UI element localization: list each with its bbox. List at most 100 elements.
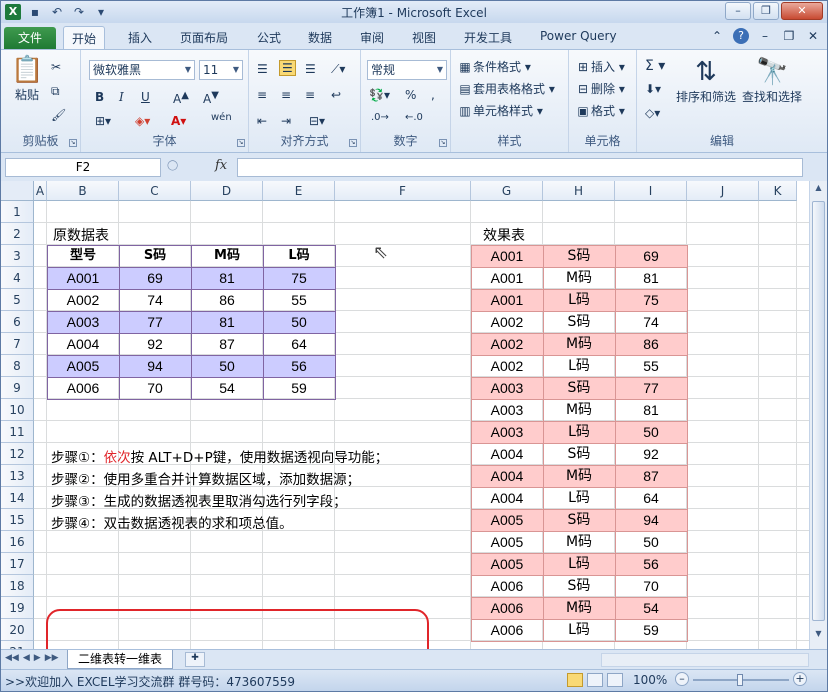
- column-header[interactable]: G: [471, 181, 543, 201]
- copy-icon[interactable]: ⧉: [51, 84, 60, 99]
- restore-icon[interactable]: ❐: [753, 2, 779, 20]
- source-data-cell[interactable]: 94: [119, 355, 191, 377]
- comma-button[interactable]: ,: [431, 88, 435, 102]
- tab-insert[interactable]: 插入: [128, 29, 152, 46]
- source-data-cell[interactable]: 56: [263, 355, 335, 377]
- row-header[interactable]: 14: [1, 487, 34, 509]
- prev-sheet-icon[interactable]: ◀: [23, 653, 30, 663]
- page-layout-view-icon[interactable]: [587, 673, 603, 687]
- source-data-cell[interactable]: A005: [47, 355, 119, 377]
- tab-formulas[interactable]: 公式: [257, 29, 281, 46]
- bold-button[interactable]: B: [95, 90, 104, 104]
- row-header[interactable]: 17: [1, 553, 34, 575]
- column-header[interactable]: I: [615, 181, 687, 201]
- tab-power-query[interactable]: Power Query: [540, 29, 617, 43]
- source-data-cell[interactable]: 75: [263, 267, 335, 289]
- source-data-cell[interactable]: 70: [119, 377, 191, 399]
- row-header[interactable]: 5: [1, 289, 34, 311]
- minimize-icon[interactable]: –: [725, 2, 751, 20]
- zoom-out-icon[interactable]: –: [675, 672, 689, 686]
- row-header[interactable]: 1: [1, 201, 34, 223]
- tab-home[interactable]: 开始: [63, 26, 106, 49]
- column-header[interactable]: D: [191, 181, 263, 201]
- border-icon[interactable]: ⊞▾: [95, 114, 111, 128]
- source-data-cell[interactable]: 81: [191, 311, 263, 333]
- merge-center-icon[interactable]: ⊟▾: [309, 114, 325, 128]
- underline-button[interactable]: U: [141, 90, 150, 104]
- doc-minimize-icon[interactable]: –: [757, 28, 773, 44]
- formula-input[interactable]: [237, 158, 803, 177]
- name-box[interactable]: F2: [5, 158, 161, 177]
- horizontal-scrollbar[interactable]: [601, 653, 809, 667]
- autosum-button[interactable]: Σ ▾: [645, 58, 665, 74]
- tab-file[interactable]: 文件: [4, 27, 56, 49]
- first-sheet-icon[interactable]: ◀◀: [5, 653, 19, 663]
- doc-close-icon[interactable]: ✕: [805, 28, 821, 44]
- decrease-font-icon[interactable]: A▼: [203, 90, 219, 106]
- row-header[interactable]: 8: [1, 355, 34, 377]
- column-header[interactable]: A: [34, 181, 47, 201]
- page-break-view-icon[interactable]: [607, 673, 623, 687]
- insert-cells-button[interactable]: ⊞ 插入 ▾: [575, 58, 625, 75]
- source-header-cell[interactable]: L码: [263, 245, 335, 267]
- source-data-cell[interactable]: 86: [191, 289, 263, 311]
- font-color-icon[interactable]: A▾: [171, 114, 186, 128]
- source-data-cell[interactable]: 64: [263, 333, 335, 355]
- zoom-slider-handle[interactable]: [737, 674, 743, 686]
- sort-filter-button[interactable]: ⇅ 排序和筛选: [673, 56, 739, 105]
- increase-decimal-icon[interactable]: .0→: [371, 112, 389, 123]
- column-header[interactable]: J: [687, 181, 759, 201]
- format-painter-icon[interactable]: 🖌: [51, 108, 66, 122]
- cell-styles-button[interactable]: ▥ 单元格样式 ▾: [457, 102, 543, 119]
- delete-cells-button[interactable]: ⊟ 删除 ▾: [575, 80, 625, 97]
- source-data-cell[interactable]: 77: [119, 311, 191, 333]
- source-data-cell[interactable]: 69: [119, 267, 191, 289]
- sheet-tab-active[interactable]: 二维表转一维表: [67, 650, 174, 669]
- cut-icon[interactable]: ✂: [51, 60, 61, 74]
- source-data-cell[interactable]: A003: [47, 311, 119, 333]
- clear-icon[interactable]: ◇▾: [645, 106, 660, 120]
- source-data-cell[interactable]: A004: [47, 333, 119, 355]
- align-right-icon[interactable]: ≡: [305, 88, 315, 102]
- fill-icon[interactable]: ⬇▾: [645, 82, 661, 96]
- row-header[interactable]: 10: [1, 399, 34, 421]
- last-sheet-icon[interactable]: ▶▶: [45, 653, 59, 663]
- row-header[interactable]: 2: [1, 223, 34, 245]
- row-header[interactable]: 9: [1, 377, 34, 399]
- select-all-corner[interactable]: [1, 181, 34, 201]
- ribbon-collapse-icon[interactable]: ⌃: [709, 28, 725, 44]
- paste-button[interactable]: 📋 粘贴: [7, 54, 47, 103]
- dialog-launcher-icon[interactable]: ↘: [237, 139, 245, 147]
- worksheet-grid[interactable]: A B C D E F G H I J K 1 2 3 4 5 6 7 8 9 10 11 12 13 14 15 16 17 18 19…: [1, 181, 809, 649]
- increase-indent-icon[interactable]: ⇥: [281, 114, 291, 128]
- row-header[interactable]: 4: [1, 267, 34, 289]
- source-data-cell[interactable]: 54: [191, 377, 263, 399]
- font-name-combo[interactable]: 微软雅黑 ▼: [89, 60, 195, 80]
- scroll-down-icon[interactable]: ▼: [812, 629, 825, 643]
- align-center-icon[interactable]: ≡: [281, 88, 291, 102]
- zoom-level[interactable]: 100%: [633, 673, 667, 687]
- format-as-table-button[interactable]: ▤ 套用表格格式 ▾: [457, 80, 555, 97]
- scroll-thumb[interactable]: [812, 201, 825, 621]
- source-data-cell[interactable]: 92: [119, 333, 191, 355]
- column-header[interactable]: K: [759, 181, 797, 201]
- wrap-text-icon[interactable]: ↩: [331, 88, 341, 102]
- row-header[interactable]: 11: [1, 421, 34, 443]
- row-header[interactable]: 13: [1, 465, 34, 487]
- number-format-combo[interactable]: 常规 ▼: [367, 60, 447, 80]
- orientation-icon[interactable]: ⟋▾: [331, 62, 345, 77]
- help-icon[interactable]: ?: [733, 28, 749, 44]
- conditional-format-button[interactable]: ▦ 条件格式 ▾: [457, 58, 531, 75]
- currency-icon[interactable]: 💱▾: [369, 88, 390, 102]
- row-header[interactable]: 7: [1, 333, 34, 355]
- find-select-button[interactable]: 🔭 查找和选择: [739, 56, 805, 105]
- decrease-decimal-icon[interactable]: ←.0: [405, 112, 423, 123]
- zoom-in-icon[interactable]: +: [793, 672, 807, 686]
- source-data-cell[interactable]: 50: [263, 311, 335, 333]
- row-header[interactable]: 12: [1, 443, 34, 465]
- decrease-indent-icon[interactable]: ⇤: [257, 114, 267, 128]
- tab-review[interactable]: 审阅: [360, 29, 384, 46]
- source-data-cell[interactable]: 81: [191, 267, 263, 289]
- font-size-combo[interactable]: 11 ▼: [199, 60, 243, 80]
- normal-view-icon[interactable]: [567, 673, 583, 687]
